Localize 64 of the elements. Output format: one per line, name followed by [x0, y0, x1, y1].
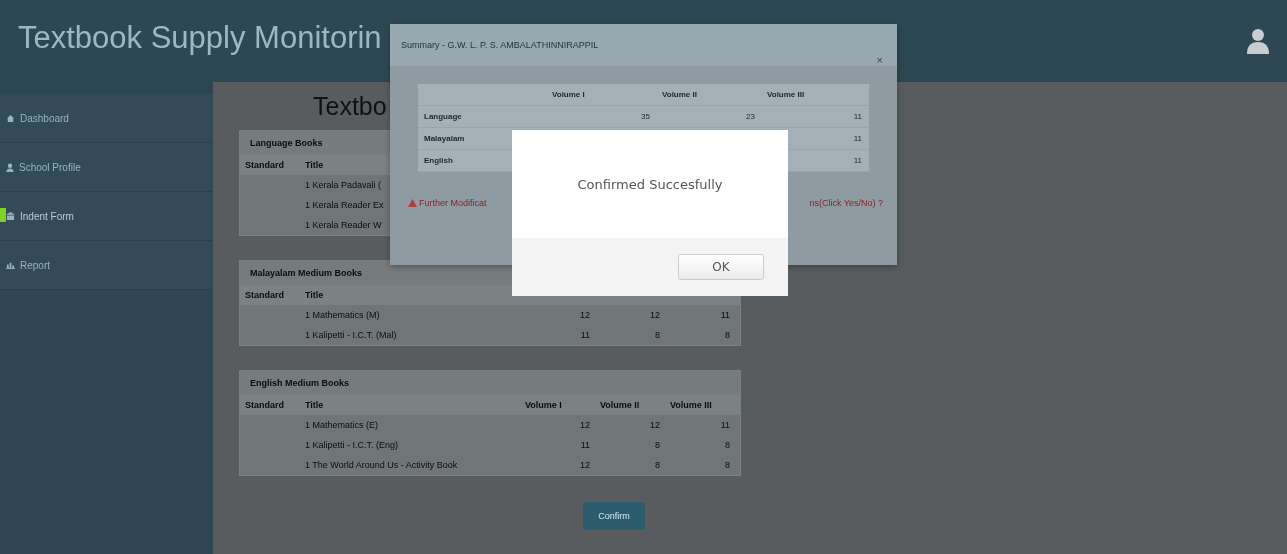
chart-icon [6, 261, 15, 269]
confirm-button[interactable]: Confirm [583, 502, 645, 530]
table-cell-text: 1 Mathematics (M) [304, 310, 381, 320]
table-cell-text: 12 [579, 460, 591, 470]
table-cell-text: 8 [724, 440, 731, 450]
dialog-title: Summary - G.W. L. P. S. AMBALATHINNIRAPPIL [401, 40, 599, 50]
table-cell-text: 8 [724, 330, 731, 340]
table-cell-text: 11 [852, 112, 863, 121]
warning-text: Further Modificat [419, 198, 487, 208]
sidebar-item[interactable]: Report [0, 241, 213, 290]
column-header: Title [304, 160, 325, 170]
table-cell-text: 11 [852, 156, 863, 165]
alert-message: Confirmed Succesfully [576, 175, 724, 194]
table-cell-text: 11 [852, 134, 863, 143]
column-header: Title [304, 290, 325, 300]
column-header: Volume III [766, 90, 806, 99]
ok-button[interactable]: OK [678, 254, 764, 280]
table-cell-text: 8 [654, 440, 661, 450]
table-cell-text: 11 [719, 420, 731, 430]
home-icon [6, 113, 15, 123]
sidebar-item[interactable]: Dashboard [0, 94, 213, 143]
active-marker [0, 208, 6, 222]
table-cell-text: 1 Kalipetti - I.C.T. (Mal) [304, 330, 398, 340]
table-cell-text: 8 [654, 460, 661, 470]
table-cell-text: 8 [654, 330, 661, 340]
user-avatar-icon[interactable] [1247, 28, 1269, 54]
app-title: Textbook Supply Monitorin [18, 20, 382, 56]
table-cell-text: 1 Kerala Reader Ex [304, 200, 385, 210]
column-header: Volume I [524, 400, 563, 410]
table-cell-text: 1 Kerala Reader W [304, 220, 383, 230]
column-header: Volume II [599, 400, 641, 410]
table-cell-text: 11 [579, 330, 591, 340]
table-cell-text: 35 [640, 112, 651, 121]
column-header: Standard [244, 290, 285, 300]
section-title: English Medium Books [240, 371, 740, 395]
row-header: Language [423, 112, 463, 121]
table-cell-text: 23 [745, 112, 756, 121]
table-cell-text: 11 [719, 310, 731, 320]
column-header: Volume II [661, 90, 698, 99]
column-header: Volume III [669, 400, 713, 410]
table-cell-text: 1 Kerala Padavali ( [304, 180, 383, 190]
user-icon [6, 162, 14, 172]
building-icon [6, 211, 15, 221]
page-title: Textbo [313, 92, 387, 122]
column-header: Standard [244, 400, 285, 410]
column-header: Title [304, 400, 325, 410]
sidebar-item[interactable]: Indent Form [0, 192, 213, 241]
table-cell-text: 1 Kalipetti - I.C.T. (Eng) [304, 440, 400, 450]
table-cell-text: 1 Mathematics (E) [304, 420, 380, 430]
column-header: Standard [244, 160, 285, 170]
table-cell-text: 12 [579, 420, 591, 430]
table-cell-text: 11 [579, 440, 591, 450]
table-cell-text: 12 [649, 310, 661, 320]
sidebar-item[interactable]: School Profile [0, 143, 213, 192]
warning-text: ns(Click Yes/No) ? [809, 198, 883, 208]
table-cell-text: 12 [579, 310, 591, 320]
table-cell-text: 8 [724, 460, 731, 470]
close-button[interactable]: × [876, 54, 883, 66]
warning-icon [408, 199, 417, 207]
row-header: Malayalam [423, 134, 466, 143]
column-header: Volume I [551, 90, 586, 99]
table-cell-text: 1 The World Around Us - Activity Book [304, 460, 459, 470]
row-header: English [423, 156, 454, 165]
table-cell-text: 12 [649, 420, 661, 430]
